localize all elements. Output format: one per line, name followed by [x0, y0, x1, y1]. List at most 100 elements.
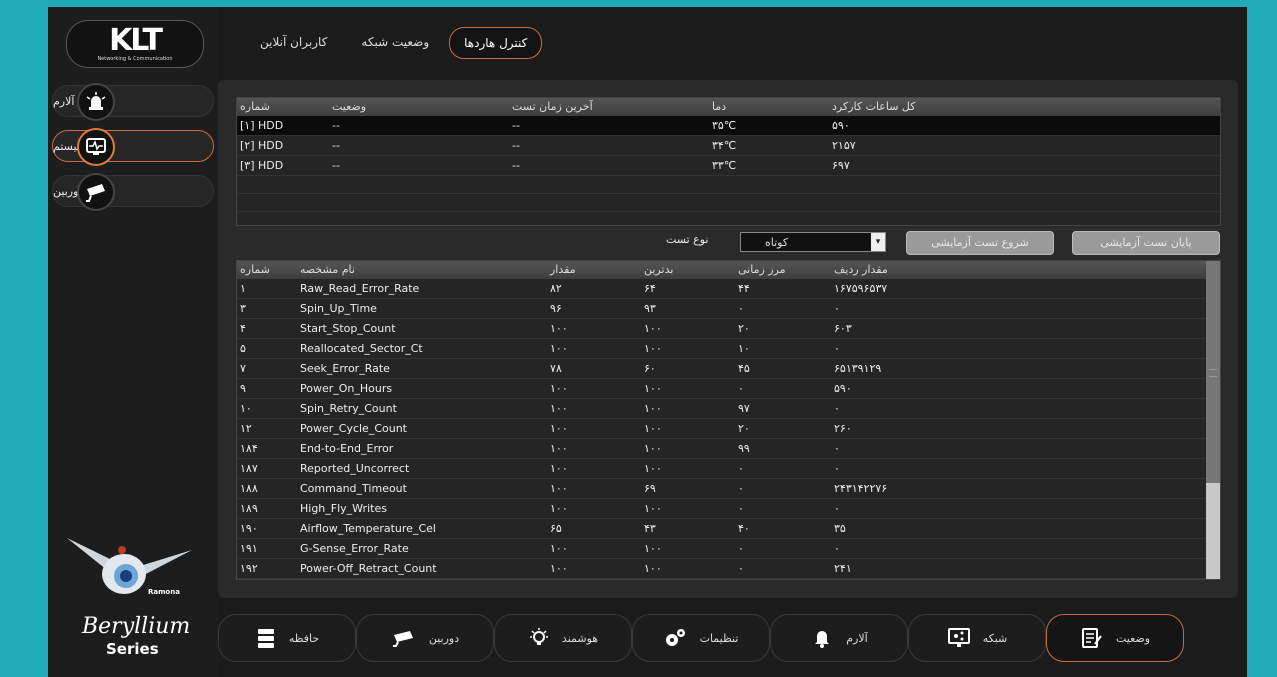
table-cell: --	[332, 159, 340, 172]
bottom-nav-status[interactable]: وضعیت	[1046, 614, 1184, 662]
tab-network-status[interactable]: وضعیت شبکه	[347, 27, 443, 57]
table-cell: End-to-End_Error	[300, 442, 394, 455]
smart-bulb-icon	[528, 627, 550, 649]
table-cell: ۱۰۰	[550, 382, 568, 395]
bottom-nav-storage[interactable]: حافظه	[218, 614, 356, 662]
table-cell: ۶۰۳	[834, 322, 852, 335]
tab-online-users[interactable]: کاربران آنلاین	[246, 27, 341, 57]
table-cell: ۰	[834, 442, 840, 455]
hdd-table: شماره وضعیت آخرین زمان تست دما کل ساعات …	[236, 97, 1221, 230]
table-row[interactable]: ۵ Reallocated_Sector_Ct ۱۰۰ ۱۰۰ ۱۰ ۰	[237, 339, 1220, 359]
table-cell: [۱] HDD	[240, 119, 284, 132]
table-row[interactable]: ۱۹۲ Power-Off_Retract_Count ۱۰۰ ۱۰۰ ۰ ۲۴۱	[237, 559, 1220, 579]
table-row[interactable]: ۱۹۰ Airflow_Temperature_Cel ۶۵ ۴۳ ۴۰ ۳۵	[237, 519, 1220, 539]
table-cell: ۱۰۰	[644, 342, 662, 355]
bottom-nav-settings[interactable]: تنظیمات	[632, 614, 770, 662]
table-row[interactable]: [۱] HDD -- -- ۳۵℃ ۵۹۰	[237, 116, 1220, 136]
network-icon	[947, 627, 971, 649]
table-cell: ۵	[240, 342, 246, 355]
table-cell: ۲۰	[738, 322, 750, 335]
table-cell: Power_Cycle_Count	[300, 422, 407, 435]
side-item-alarm[interactable]: آلارم	[52, 83, 214, 121]
test-type-select[interactable]: کوتاه ▾	[740, 232, 886, 252]
table-cell: ۴۰	[738, 522, 750, 535]
table-cell: ۱۰۰	[550, 542, 568, 555]
header-cell: شماره	[240, 263, 271, 276]
side-item-camera[interactable]: دوربین	[52, 173, 214, 211]
bottom-nav: حافظه دوربین هوشمند تنظیمات آلارم شبکه و…	[218, 614, 1238, 664]
smart-table: شماره نام مشخصه مقدار بدترین مرز زمانی م…	[236, 260, 1221, 580]
scrollbar-grip	[1209, 369, 1217, 377]
table-row[interactable]: ۱۸۹ High_Fly_Writes ۱۰۰ ۱۰۰ ۰ ۰	[237, 499, 1220, 519]
bottom-nav-alarm[interactable]: آلارم	[770, 614, 908, 662]
table-row[interactable]: ۱۹۱ G-Sense_Error_Rate ۱۰۰ ۱۰۰ ۰ ۰	[237, 539, 1220, 559]
table-cell: Spin_Retry_Count	[300, 402, 397, 415]
table-cell: ۳۵	[834, 522, 846, 535]
table-row[interactable]: ۱ Raw_Read_Error_Rate ۸۲ ۶۴ ۴۴ ۱۶۷۵۹۶۵۳۷	[237, 279, 1220, 299]
table-row[interactable]: ۷ Seek_Error_Rate ۷۸ ۶۰ ۴۵ ۶۵۱۳۹۱۲۹	[237, 359, 1220, 379]
table-row[interactable]: ۹ Power_On_Hours ۱۰۰ ۱۰۰ ۰ ۵۹۰	[237, 379, 1220, 399]
bottom-nav-label: وضعیت	[1115, 631, 1151, 645]
test-type-label: نوع تست	[666, 233, 709, 246]
table-cell: ۰	[738, 542, 744, 555]
table-cell: ۱۸۷	[240, 462, 258, 475]
table-cell: ۱۰۰	[550, 502, 568, 515]
brand-area: Ramona Beryllium Series	[62, 530, 202, 660]
start-test-button[interactable]: شروع تست آزمایشی	[906, 231, 1054, 255]
table-row[interactable]: ۱۹۳Load_Cycle_Count۱۰۰۱۰۰۰۶۳۷	[237, 579, 1220, 580]
table-cell: Load_Cycle_Count	[297, 579, 547, 580]
table-row[interactable]: ۱۸۸ Command_Timeout ۱۰۰ ۶۹ ۰ ۲۴۳۱۴۲۲۷۶	[237, 479, 1220, 499]
table-row[interactable]: ۱۲ Power_Cycle_Count ۱۰۰ ۱۰۰ ۲۰ ۲۶۰	[237, 419, 1220, 439]
table-cell: Power_On_Hours	[300, 382, 393, 395]
table-cell: [۳] HDD	[240, 159, 284, 172]
scrollbar-thumb[interactable]	[1206, 483, 1220, 579]
bottom-nav-label: تنظیمات	[699, 631, 739, 645]
table-cell: ۹۳	[644, 302, 656, 315]
table-cell: ۹۶	[550, 302, 562, 315]
smart-rows: ۱ Raw_Read_Error_Rate ۸۲ ۶۴ ۴۴ ۱۶۷۵۹۶۵۳۷ ۳ Spin…	[237, 279, 1220, 580]
table-row[interactable]: ۳ Spin_Up_Time ۹۶ ۹۳ ۰ ۰	[237, 299, 1220, 319]
header-cell: کل ساعات کارکرد	[832, 100, 916, 113]
bottom-nav-smart[interactable]: هوشمند	[494, 614, 632, 662]
table-cell: ۱۰۰	[644, 322, 662, 335]
tab-disk-control[interactable]: کنترل هاردها	[449, 27, 543, 59]
table-cell: ۶۵۱۳۹۱۲۹	[834, 362, 882, 375]
table-cell: ۰	[735, 579, 831, 580]
table-cell: ۱۰۰	[644, 442, 662, 455]
vertical-scrollbar[interactable]	[1206, 261, 1220, 579]
table-cell: ۱۰۰	[550, 422, 568, 435]
bottom-nav-label: شبکه	[982, 631, 1008, 645]
table-row[interactable]: ۴ Start_Stop_Count ۱۰۰ ۱۰۰ ۲۰ ۶۰۳	[237, 319, 1220, 339]
bottom-nav-camera[interactable]: دوربین	[356, 614, 494, 662]
table-cell: ۰	[834, 542, 840, 555]
chevron-down-icon[interactable]: ▾	[871, 233, 885, 251]
table-cell: ۱۰۰	[550, 322, 568, 335]
table-cell: ۵۹۰	[834, 382, 852, 395]
table-row[interactable]: ۱۸۷ Reported_Uncorrect ۱۰۰ ۱۰۰ ۰ ۰	[237, 459, 1220, 479]
table-cell: Reallocated_Sector_Ct	[300, 342, 423, 355]
table-cell: ۱۰۰	[550, 482, 568, 495]
top-tabs: کنترل هاردها وضعیت شبکه کاربران آنلاین	[240, 27, 543, 59]
table-row[interactable]: ۱۸۴ End-to-End_Error ۱۰۰ ۱۰۰ ۹۹ ۰	[237, 439, 1220, 459]
table-cell: ۱۰۰	[644, 382, 662, 395]
product-series: Series	[106, 640, 159, 658]
table-cell: ۱۹۳	[237, 579, 297, 580]
table-cell: --	[332, 119, 340, 132]
table-row[interactable]: [۳] HDD -- -- ۳۳℃ ۶۹۷	[237, 156, 1220, 176]
table-cell: ۱	[240, 282, 246, 295]
mascot-name: Ramona	[148, 588, 180, 596]
empty-row	[237, 212, 1220, 230]
header-cell: نام مشخصه	[300, 263, 355, 276]
table-cell: ۰	[738, 502, 744, 515]
table-header: شماره نام مشخصه مقدار بدترین مرز زمانی م…	[237, 261, 1220, 279]
table-cell: --	[512, 159, 520, 172]
header-cell: مرز زمانی	[738, 263, 786, 276]
header-cell: شماره	[240, 100, 271, 113]
table-cell: ۴۵	[738, 362, 750, 375]
end-test-button[interactable]: پایان تست آزمایشی	[1072, 231, 1220, 255]
table-cell: Reported_Uncorrect	[300, 462, 410, 475]
bottom-nav-network[interactable]: شبکه	[908, 614, 1046, 662]
table-row[interactable]: ۱۰ Spin_Retry_Count ۱۰۰ ۱۰۰ ۹۷ ۰	[237, 399, 1220, 419]
table-row[interactable]: [۲] HDD -- -- ۳۴℃ ۲۱۵۷	[237, 136, 1220, 156]
side-item-system[interactable]: سیستم	[52, 128, 214, 166]
